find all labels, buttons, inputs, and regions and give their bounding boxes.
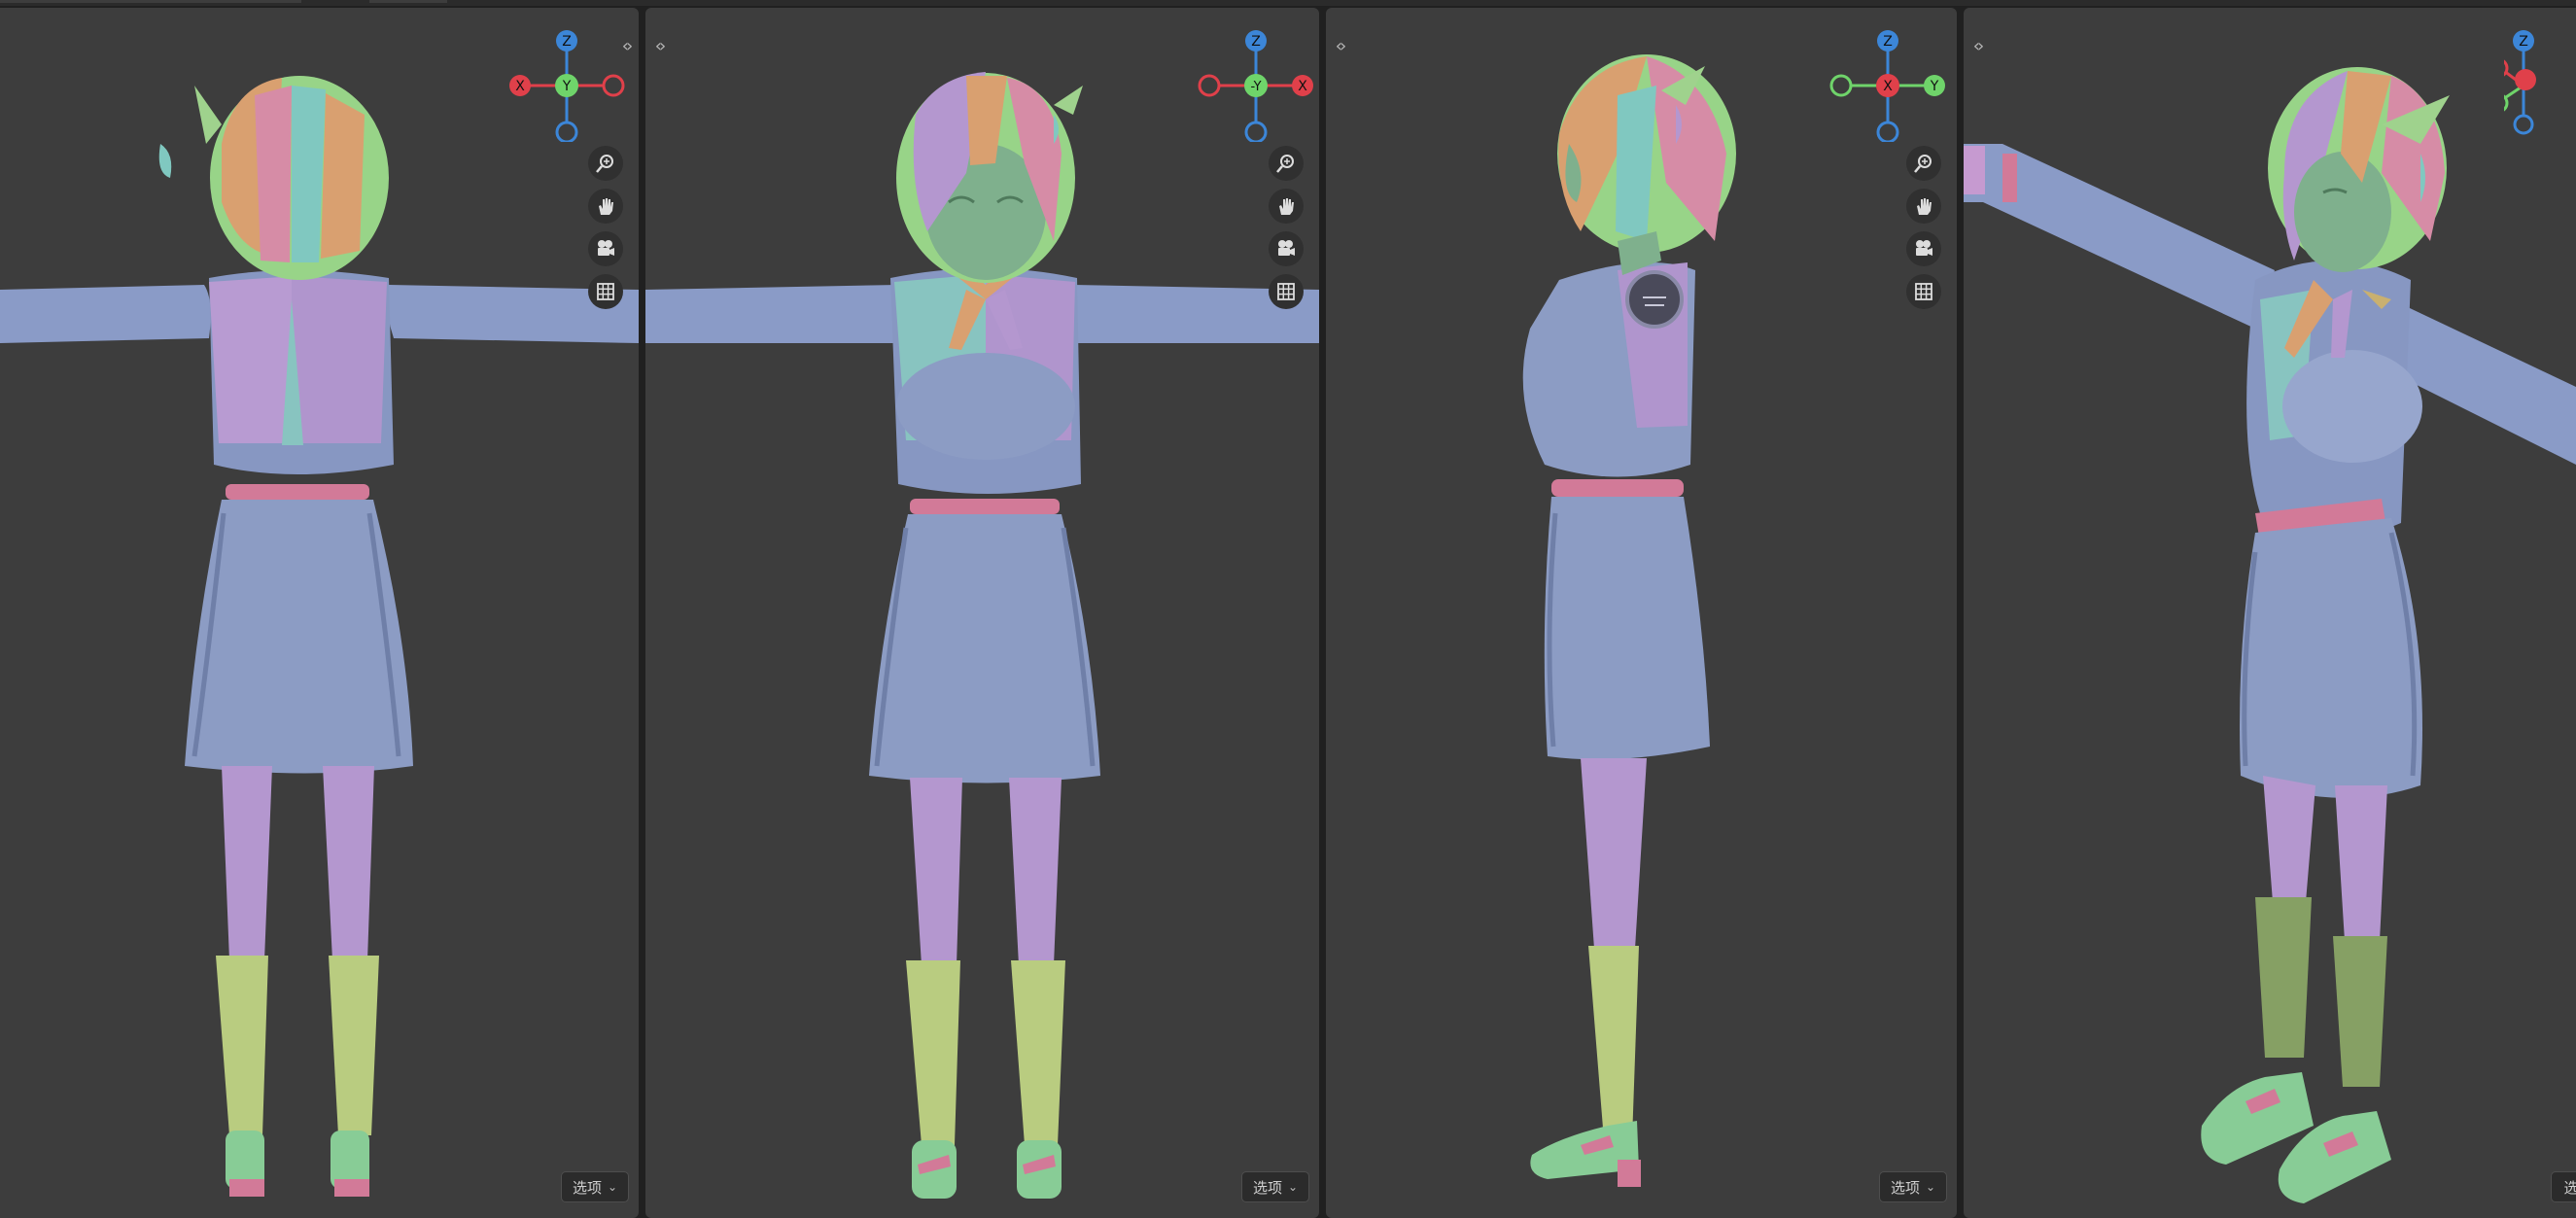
- chevron-down-icon: ⌄: [1925, 1180, 1936, 1194]
- gizmo-label-right: Y: [1930, 79, 1939, 94]
- gizmo-label-up: Z: [1251, 34, 1261, 50]
- gizmo-label-center: X: [1883, 79, 1893, 94]
- axis-gizmo[interactable]: Z X Y: [1829, 25, 1946, 144]
- pan-button[interactable]: [1269, 189, 1304, 224]
- gizmo-label-left: X: [515, 79, 525, 94]
- gizmo-axes[interactable]: Z Y X: [508, 25, 625, 144]
- zoom-icon: [1276, 155, 1294, 173]
- options-label: 选项: [572, 1178, 602, 1197]
- grid-icon: [1277, 283, 1295, 300]
- options-dropdown[interactable]: 选项 ⌄: [1241, 1171, 1309, 1202]
- gizmo-label-up: Z: [562, 34, 572, 50]
- camera-icon: [598, 240, 614, 256]
- zoom-button[interactable]: [1906, 146, 1941, 181]
- camera-icon: [1278, 240, 1295, 256]
- options-label: 选项: [1252, 1178, 1282, 1197]
- ortho-toggle-button[interactable]: [588, 274, 623, 309]
- header-tab[interactable]: [0, 0, 301, 3]
- camera-view-button[interactable]: [588, 231, 623, 266]
- options-dropdown[interactable]: 选项 ⌄: [1879, 1171, 1947, 1202]
- axis-gizmo[interactable]: Z: [2488, 25, 2576, 142]
- hand-pan-icon: [1279, 198, 1294, 215]
- gizmo-axes[interactable]: Z: [2488, 25, 2576, 142]
- pan-button[interactable]: [1906, 189, 1941, 224]
- options-label: 选项: [1890, 1178, 1920, 1197]
- model-render[interactable]: [1964, 8, 2576, 1218]
- gizmo-axes[interactable]: Z -Y X: [1198, 25, 1314, 144]
- grid-icon: [597, 283, 614, 300]
- chevron-down-icon: ⌄: [1287, 1180, 1299, 1194]
- pan-button[interactable]: [588, 189, 623, 224]
- viewport-side-view[interactable]: ‹› Z X Y 选项 ⌄: [1326, 8, 1957, 1218]
- header-tab[interactable]: [369, 0, 447, 3]
- zoom-button[interactable]: [1269, 146, 1304, 181]
- zoom-icon: [596, 155, 613, 173]
- zoom-button[interactable]: [588, 146, 623, 181]
- gizmo-axes[interactable]: Z X Y: [1829, 25, 1946, 144]
- chevron-down-icon: ⌄: [607, 1180, 618, 1194]
- model-render[interactable]: [0, 8, 639, 1218]
- options-dropdown[interactable]: 选: [2551, 1171, 2576, 1202]
- viewport-back-view[interactable]: ‹› Z Y X 选项 ⌄: [0, 8, 639, 1218]
- model-render[interactable]: [1326, 8, 1957, 1218]
- top-header-strip: [0, 0, 2576, 6]
- hand-pan-icon: [1917, 198, 1932, 215]
- axis-gizmo[interactable]: Z -Y X: [1198, 25, 1314, 144]
- zoom-icon: [1914, 155, 1932, 173]
- model-render[interactable]: [645, 8, 1319, 1218]
- gizmo-label-center: Y: [562, 79, 572, 94]
- gizmo-label-up: Z: [1883, 34, 1893, 50]
- ortho-toggle-button[interactable]: [1906, 274, 1941, 309]
- grid-icon: [1915, 283, 1932, 300]
- gizmo-label-center: -Y: [1250, 80, 1261, 94]
- ortho-toggle-button[interactable]: [1269, 274, 1304, 309]
- gizmo-label-right: X: [1298, 79, 1307, 94]
- viewport-perspective-view[interactable]: ‹› Z 选: [1964, 8, 2576, 1218]
- gizmo-label-up: Z: [2519, 34, 2528, 50]
- axis-gizmo[interactable]: Z Y X: [508, 25, 625, 144]
- hand-pan-icon: [599, 198, 613, 215]
- camera-icon: [1916, 240, 1932, 256]
- options-dropdown[interactable]: 选项 ⌄: [561, 1171, 629, 1202]
- options-label: 选: [2563, 1178, 2576, 1197]
- camera-view-button[interactable]: [1269, 231, 1304, 266]
- camera-view-button[interactable]: [1906, 231, 1941, 266]
- viewport-front-view[interactable]: ‹› Z -Y X 选项 ⌄: [645, 8, 1319, 1218]
